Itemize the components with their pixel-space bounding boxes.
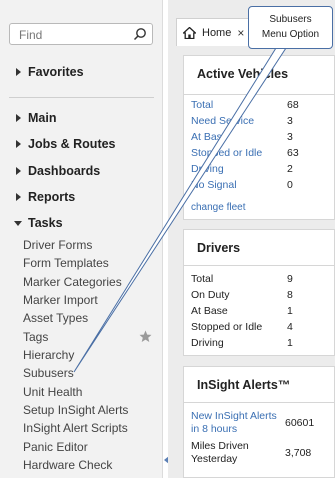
callout-annotation: Subusers Menu Option	[248, 6, 333, 49]
table-row: New InSight Alerts in 8 hours 60601	[191, 410, 331, 438]
task-marker-categories[interactable]: Marker Categories	[23, 275, 122, 289]
card-title: Active Vehicles	[197, 67, 289, 81]
row-label-link[interactable]: New InSight Alerts in 8 hours	[191, 410, 277, 436]
row-label-link[interactable]: Need Service	[191, 115, 254, 127]
task-asset-types[interactable]: Asset Types	[23, 311, 88, 325]
tab-label: Home	[202, 26, 232, 39]
row-value: 0	[287, 179, 293, 191]
row-label-link[interactable]: Stopped or Idle	[191, 147, 262, 159]
task-form-templates[interactable]: Form Templates	[23, 256, 109, 270]
close-icon[interactable]: ×	[237, 26, 244, 40]
table-row: Miles Driven Yesterday 3,708	[191, 440, 331, 468]
row-value: 9	[287, 273, 293, 285]
task-tags[interactable]: Tags	[23, 330, 48, 344]
caret-right-icon	[16, 140, 21, 148]
task-hardware-check[interactable]: Hardware Check	[23, 458, 112, 472]
card-title: InSight Alerts™	[197, 378, 291, 392]
row-label-link[interactable]: Driving	[191, 163, 224, 175]
section-label: Jobs & Routes	[28, 137, 116, 151]
search-icon[interactable]	[133, 27, 147, 41]
sidebar-section-reports[interactable]: Reports	[13, 190, 75, 204]
row-value: 63	[287, 147, 299, 159]
row-value: 8	[287, 289, 293, 301]
sidebar-section-jobs-routes[interactable]: Jobs & Routes	[13, 137, 116, 151]
row-label: Miles Driven Yesterday	[191, 440, 249, 466]
sidebar: Favorites Main Jobs & Routes Dashboards …	[0, 0, 163, 478]
task-marker-import[interactable]: Marker Import	[23, 293, 98, 307]
divider	[184, 94, 335, 95]
sidebar-section-main[interactable]: Main	[13, 111, 56, 125]
label-line: Yesterday	[191, 453, 238, 465]
card-title: Drivers	[197, 241, 241, 255]
label-line: Miles Driven	[191, 440, 249, 452]
caret-right-icon	[16, 68, 21, 76]
row-label: Total	[191, 273, 214, 285]
task-panic-editor[interactable]: Panic Editor	[23, 440, 88, 454]
callout-line: Subusers	[269, 14, 312, 25]
sidebar-section-dashboards[interactable]: Dashboards	[13, 164, 100, 178]
section-label: Reports	[28, 190, 76, 204]
section-label: Favorites	[28, 65, 84, 79]
sidebar-section-favorites[interactable]: Favorites	[13, 65, 84, 79]
insight-alerts-card: InSight Alerts™ New InSight Alerts in 8 …	[183, 366, 335, 478]
row-value: 1	[287, 305, 293, 317]
task-insight-alert-scripts[interactable]: InSight Alert Scripts	[23, 421, 128, 435]
caret-right-icon	[16, 167, 21, 175]
row-label-link[interactable]: No Signal	[191, 179, 237, 191]
task-driver-forms[interactable]: Driver Forms	[23, 238, 92, 252]
caret-down-icon	[14, 221, 22, 226]
row-value: 68	[287, 99, 299, 111]
section-label: Dashboards	[28, 164, 101, 178]
row-value: 60601	[285, 417, 315, 429]
search-input[interactable]	[17, 25, 131, 45]
row-value: 2	[287, 163, 293, 175]
row-value: 3	[287, 115, 293, 127]
section-label: Tasks	[28, 216, 63, 230]
divider	[184, 402, 335, 403]
star-icon[interactable]	[139, 330, 152, 343]
row-value: 1	[287, 337, 293, 349]
task-unit-health[interactable]: Unit Health	[23, 385, 82, 399]
row-value: 4	[287, 321, 293, 333]
row-label: Stopped or Idle	[191, 321, 263, 333]
label-line: New InSight Alerts	[191, 410, 277, 422]
active-vehicles-card: Active Vehicles Total 68 Need Service 3 …	[183, 55, 335, 220]
row-label-link[interactable]: At Base	[191, 131, 228, 143]
row-label: Driving	[191, 337, 224, 349]
change-fleet-link[interactable]: change fleet	[191, 202, 246, 213]
row-value: 3,708	[285, 447, 312, 459]
caret-right-icon	[16, 193, 21, 201]
callout-line: Menu Option	[261, 29, 320, 40]
tab-home[interactable]: Home ×	[176, 18, 252, 46]
search-box[interactable]	[9, 23, 153, 45]
task-subusers[interactable]: Subusers	[23, 366, 74, 380]
label-line: in 8 hours	[191, 423, 238, 435]
divider	[9, 97, 154, 98]
task-setup-insight-alerts[interactable]: Setup InSight Alerts	[23, 403, 128, 417]
row-label-link[interactable]: Total	[191, 99, 213, 111]
sidebar-section-tasks[interactable]: Tasks	[13, 216, 63, 230]
row-label: At Base	[191, 305, 228, 317]
divider	[184, 265, 335, 266]
caret-right-icon	[16, 114, 21, 122]
row-label: On Duty	[191, 289, 230, 301]
row-value: 3	[287, 131, 293, 143]
section-label: Main	[28, 111, 57, 125]
task-hierarchy[interactable]: Hierarchy	[23, 348, 74, 362]
home-icon	[183, 26, 196, 39]
drivers-card: Drivers Total 9 On Duty 8 At Base 1 Stop…	[183, 229, 335, 356]
